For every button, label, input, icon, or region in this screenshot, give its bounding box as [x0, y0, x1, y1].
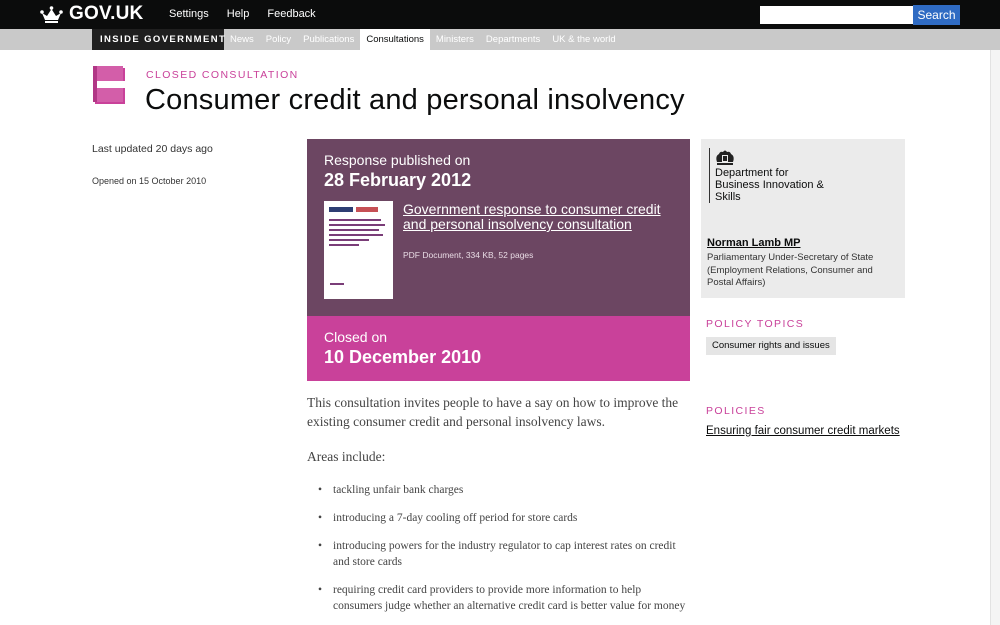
tab-news[interactable]: News — [224, 29, 260, 50]
org-rule — [709, 148, 710, 203]
consultation-intro: This consultation invites people to have… — [307, 395, 679, 429]
list-item: introducing powers for the industry regu… — [318, 538, 688, 570]
closed-label: Closed on — [324, 329, 388, 345]
search-input[interactable] — [760, 6, 913, 24]
cover-text-lines — [329, 219, 385, 249]
response-label: Response published on — [324, 152, 471, 168]
minister-link[interactable]: Norman Lamb MP — [707, 237, 801, 249]
document-thumbnail[interactable] — [324, 201, 393, 299]
cover-date-line — [330, 283, 344, 285]
opened-date: Opened on 15 October 2010 — [92, 176, 207, 186]
list-item: tackling unfair bank charges — [318, 482, 688, 498]
logo-text: GOV.UK — [69, 3, 144, 24]
crown-icon — [40, 5, 63, 23]
response-panel: Response published on 28 February 2012 G… — [307, 139, 690, 316]
list-item: requiring credit card providers to provi… — [318, 582, 688, 614]
policy-topics-heading: POLICY TOPICS — [706, 318, 805, 330]
organisation-name[interactable]: Department for Business Innovation & Ski… — [715, 167, 835, 203]
areas-list: tackling unfair bank charges introducing… — [318, 482, 688, 625]
tab-ministers[interactable]: Ministers — [430, 29, 480, 50]
areas-heading: Areas include: — [307, 449, 386, 464]
feedback-link[interactable]: Feedback — [267, 8, 315, 20]
organisation-panel: Department for Business Innovation & Ski… — [701, 139, 905, 298]
document-type-label: CLOSED CONSULTATION — [146, 69, 299, 81]
tab-policy[interactable]: Policy — [260, 29, 297, 50]
top-header: GOV.UK Settings Help Feedback Search — [0, 0, 1000, 29]
closed-date: 10 December 2010 — [324, 347, 482, 367]
vertical-scrollbar[interactable] — [990, 50, 1000, 625]
treasury-logo-mark — [356, 207, 378, 212]
policies-heading: POLICIES — [706, 405, 766, 417]
inside-government-label[interactable]: INSIDE GOVERNMENT — [92, 29, 225, 50]
section-nav: INSIDE GOVERNMENT News Policy Publicatio… — [0, 29, 1000, 50]
response-document-link[interactable]: Government response to consumer credit a… — [403, 202, 663, 232]
document-meta: PDF Document, 334 KB, 52 pages — [403, 250, 534, 260]
consultation-icon — [93, 66, 127, 104]
page-title: Consumer credit and personal insolvency — [145, 84, 685, 116]
closed-panel: Closed on 10 December 2010 — [307, 316, 690, 381]
search-button[interactable]: Search — [913, 5, 960, 25]
royal-crest-icon — [716, 150, 734, 165]
policy-link[interactable]: Ensuring fair consumer credit markets — [706, 425, 900, 437]
minister-role: Parliamentary Under-Secretary of State (… — [707, 252, 874, 288]
response-date: 28 February 2012 — [324, 170, 472, 190]
tab-uk-and-the-world[interactable]: UK & the world — [546, 29, 621, 50]
list-item: introducing a 7-day cooling off period f… — [318, 510, 688, 526]
govuk-logo[interactable]: GOV.UK — [40, 3, 143, 25]
top-nav: Settings Help Feedback — [169, 8, 334, 20]
settings-link[interactable]: Settings — [169, 8, 209, 20]
topic-tag[interactable]: Consumer rights and issues — [706, 337, 836, 355]
bis-logo-mark — [329, 207, 353, 212]
tab-publications[interactable]: Publications — [297, 29, 360, 50]
last-updated: Last updated 20 days ago — [92, 143, 213, 155]
help-link[interactable]: Help — [227, 8, 250, 20]
tab-departments[interactable]: Departments — [480, 29, 546, 50]
tab-consultations[interactable]: Consultations — [360, 29, 430, 50]
